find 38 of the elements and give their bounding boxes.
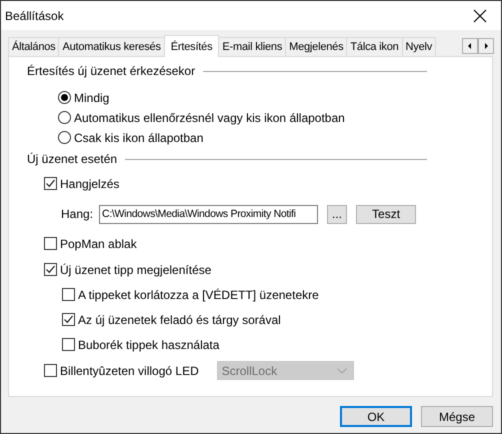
browse-button[interactable]: ... bbox=[327, 204, 348, 224]
checkbox[interactable] bbox=[62, 338, 75, 351]
section-heading: Értesítés új üzenet érkezésekor bbox=[27, 64, 196, 78]
option-label: Csak kis ikon állapotban bbox=[74, 130, 204, 144]
option-label: Mindig bbox=[74, 90, 110, 104]
tab[interactable]: Nyelv bbox=[402, 37, 436, 56]
sound-label: Hang: bbox=[61, 207, 94, 221]
checkbox[interactable] bbox=[62, 313, 75, 326]
scroll-right-icon[interactable] bbox=[478, 38, 494, 54]
tab[interactable]: Értesítés bbox=[164, 35, 220, 57]
radio-option[interactable]: Automatikus ellenőrzésnél vagy kis ikon állapotban bbox=[58, 110, 492, 125]
dialog-button[interactable]: OK bbox=[340, 406, 412, 427]
radio-icon[interactable] bbox=[58, 91, 71, 104]
section-heading: Új üzenet esetén bbox=[27, 152, 118, 166]
checkbox-label: Új üzenet tipp megjelenítése bbox=[60, 262, 212, 276]
radio-icon[interactable] bbox=[58, 131, 71, 144]
checkbox[interactable] bbox=[44, 237, 57, 250]
checkbox[interactable] bbox=[44, 263, 57, 276]
checkbox[interactable] bbox=[44, 364, 57, 377]
checkbox-label: A tippeket korlátozza a [VÉDETT] üzenetekre bbox=[78, 288, 319, 302]
close-icon[interactable] bbox=[473, 8, 487, 22]
radio-option[interactable]: Mindig bbox=[58, 90, 492, 105]
checkbox[interactable] bbox=[44, 177, 57, 190]
window-title: Beállítások bbox=[5, 8, 64, 22]
checkbox[interactable] bbox=[62, 288, 75, 301]
checkbox-label: PopMan ablak bbox=[60, 236, 137, 250]
radio-icon[interactable] bbox=[58, 111, 71, 124]
checkbox-label: Buborék tippek használata bbox=[78, 338, 220, 352]
checkbox-label: Billentyûzeten villogó LED bbox=[60, 364, 199, 378]
test-button[interactable]: Teszt bbox=[356, 204, 416, 224]
option-label: Automatikus ellenőrzésnél vagy kis ikon állapotban bbox=[74, 110, 345, 124]
sound-path-field[interactable]: C:\Windows\Media\Windows Proximity Notifi bbox=[99, 204, 318, 224]
dialog-button[interactable]: Mégse bbox=[421, 406, 493, 427]
checkbox-label: Hangjelzés bbox=[60, 176, 120, 190]
tab[interactable]: Általános bbox=[8, 37, 60, 56]
radio-option[interactable]: Csak kis ikon állapotban bbox=[58, 130, 492, 145]
checkbox-label: Az új üzenetek feladó és tárgy sorával bbox=[78, 312, 281, 326]
scroll-left-icon[interactable] bbox=[462, 38, 478, 54]
